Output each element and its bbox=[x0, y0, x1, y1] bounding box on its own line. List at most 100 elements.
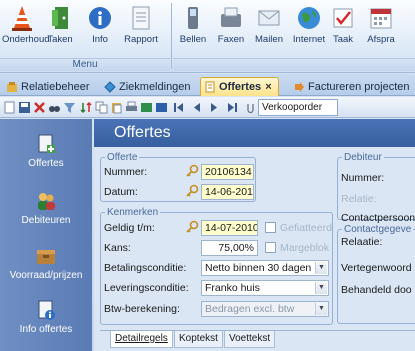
import-icon[interactable] bbox=[155, 101, 168, 114]
document-tabs: Relatiebeheer Ziekmeldingen Offertes × Fa… bbox=[0, 74, 415, 96]
betalingsconditie-label: Betalingsconditie: bbox=[104, 262, 187, 274]
export-icon[interactable] bbox=[140, 101, 153, 114]
nav-item-voorraad-prijzen[interactable]: Voorraad/prijzen bbox=[0, 245, 92, 281]
gefiatteerd-checkbox[interactable] bbox=[265, 222, 276, 233]
gefiatteerd-label: Gefiatteerd bbox=[280, 222, 332, 234]
geldig-lookup-icon[interactable] bbox=[185, 220, 199, 234]
previous-record-icon[interactable] bbox=[190, 101, 203, 114]
geldig-field[interactable]: 14-07-2010 bbox=[201, 220, 258, 236]
tab-ziekmeldingen[interactable]: Ziekmeldingen bbox=[100, 77, 198, 96]
taak-button[interactable]: Taak bbox=[327, 2, 359, 54]
ribbon-group-caption-2 bbox=[173, 58, 415, 71]
kans-label: Kans: bbox=[104, 242, 131, 254]
diamond-icon bbox=[104, 81, 116, 93]
new-document-icon[interactable] bbox=[3, 101, 16, 114]
copy-icon[interactable] bbox=[95, 101, 108, 114]
task-icon bbox=[333, 8, 353, 28]
datum-label: Datum: bbox=[104, 186, 138, 198]
margeblok-label: Margeblok bbox=[280, 242, 330, 254]
mail-icon bbox=[258, 10, 280, 26]
attachment-icon[interactable] bbox=[244, 101, 257, 114]
internet-button[interactable]: Internet bbox=[289, 2, 329, 54]
document-type-select[interactable]: Verkooporder bbox=[258, 99, 338, 116]
detail-tabs: Detailregels Koptekst Voettekst bbox=[100, 330, 415, 351]
tab-factureren-projecten[interactable]: Factureren projecten bbox=[289, 77, 415, 96]
offertes-panel: Offertes Offerte Nummer: 20106134 Datum:… bbox=[94, 119, 415, 351]
debiteur-nummer-label: Nummer: bbox=[341, 172, 385, 184]
leveringsconditie-select[interactable]: Franko huis ▼ bbox=[201, 280, 329, 296]
offer-doc-icon bbox=[38, 134, 55, 153]
tab-koptekst[interactable]: Koptekst bbox=[174, 331, 223, 348]
tab-relatiebeheer[interactable]: Relatiebeheer bbox=[2, 77, 97, 96]
faxen-button[interactable]: Faxen bbox=[211, 2, 251, 54]
debiteur-relatie-label: Relatie: bbox=[341, 193, 377, 205]
arrow-icon bbox=[295, 82, 304, 92]
tab-offertes[interactable]: Offertes × bbox=[200, 77, 279, 96]
kans-field[interactable]: 75,00% bbox=[201, 240, 258, 256]
mailen-button[interactable]: Mailen bbox=[249, 2, 289, 54]
vertegenwoordiger-label: Vertegenwoord bbox=[341, 262, 412, 274]
info-icon bbox=[89, 7, 111, 29]
left-navigation: Offertes Debiteuren Voorraad/prijzen Inf… bbox=[0, 119, 92, 351]
exit-door-icon bbox=[52, 7, 68, 29]
debiteur-group: Debiteur bbox=[337, 152, 415, 220]
chevron-down-icon[interactable]: ▼ bbox=[315, 262, 327, 274]
next-record-icon[interactable] bbox=[208, 101, 221, 114]
relations-icon bbox=[7, 82, 17, 92]
onderhoud-button[interactable]: Onderhoud bbox=[2, 2, 50, 54]
binoculars-icon[interactable] bbox=[48, 101, 61, 114]
offer-icon bbox=[205, 81, 215, 93]
globe-icon bbox=[298, 7, 320, 29]
contactpersoon-label: Contactpersoon bbox=[341, 212, 415, 224]
phone-icon bbox=[188, 7, 198, 29]
datum-field[interactable]: 14-06-2010 bbox=[201, 184, 254, 200]
fax-icon bbox=[221, 7, 241, 27]
relaatie-label: Relaatie: bbox=[341, 236, 383, 248]
betalingsconditie-select[interactable]: Netto binnen 30 dagen ▼ bbox=[201, 260, 329, 276]
traffic-cone-icon bbox=[12, 6, 32, 31]
leveringsconditie-label: Leveringsconditie: bbox=[104, 282, 189, 294]
toolbar: Verkooporder bbox=[0, 97, 415, 118]
nummer-field[interactable]: 20106134 bbox=[201, 164, 254, 180]
margeblok-checkbox[interactable] bbox=[265, 242, 276, 253]
btw-berekening-label: Btw-berekening: bbox=[104, 303, 180, 315]
tab-voettekst[interactable]: Voettekst bbox=[224, 331, 276, 348]
nav-item-offertes[interactable]: Offertes bbox=[0, 133, 92, 169]
customers-icon bbox=[38, 193, 55, 210]
info-button[interactable]: Info bbox=[80, 2, 120, 54]
print-icon[interactable] bbox=[125, 101, 138, 114]
close-tab-icon[interactable]: × bbox=[265, 81, 271, 93]
ribbon-group-communication: Bellen Faxen Mailen Internet Taak Afspra bbox=[173, 0, 415, 73]
info-doc-icon bbox=[38, 300, 55, 320]
ribbon-separator bbox=[171, 3, 172, 69]
tab-detailregels[interactable]: Detailregels bbox=[110, 331, 173, 348]
nummer-label: Nummer: bbox=[104, 166, 148, 178]
stock-icon bbox=[37, 250, 55, 264]
nav-item-debiteuren[interactable]: Debiteuren bbox=[0, 190, 92, 226]
sort-icon[interactable] bbox=[80, 101, 93, 114]
afspraak-button[interactable]: Afspra bbox=[361, 2, 401, 54]
paste-icon[interactable] bbox=[110, 101, 123, 114]
report-icon bbox=[132, 6, 150, 30]
nav-item-info-offertes[interactable]: Info offertes bbox=[0, 299, 92, 335]
calendar-icon bbox=[370, 8, 392, 29]
taken-button[interactable]: Taken bbox=[40, 2, 80, 54]
bellen-button[interactable]: Bellen bbox=[173, 2, 213, 54]
app-window: Onderhoud Taken Info Rapport Menu Bellen bbox=[0, 0, 415, 351]
delete-icon[interactable] bbox=[33, 101, 46, 114]
ribbon-group-menu: Onderhoud Taken Info Rapport Menu bbox=[0, 0, 170, 73]
chevron-down-icon[interactable]: ▼ bbox=[315, 303, 327, 315]
first-record-icon[interactable] bbox=[172, 101, 185, 114]
lookup-key-icon[interactable] bbox=[185, 164, 199, 178]
rapport-button[interactable]: Rapport bbox=[118, 2, 164, 54]
save-icon[interactable] bbox=[18, 101, 31, 114]
behandeld-door-label: Behandeld doo bbox=[341, 284, 412, 296]
filter-icon[interactable] bbox=[63, 101, 76, 114]
last-record-icon[interactable] bbox=[226, 101, 239, 114]
chevron-down-icon[interactable]: ▼ bbox=[315, 282, 327, 294]
page-title: Offertes bbox=[94, 119, 415, 147]
btw-berekening-select[interactable]: Bedragen excl. btw ▼ bbox=[201, 301, 329, 317]
ribbon-group-caption: Menu bbox=[0, 58, 170, 71]
date-lookup-icon[interactable] bbox=[185, 184, 199, 198]
geldig-label: Geldig t/m: bbox=[104, 222, 155, 234]
